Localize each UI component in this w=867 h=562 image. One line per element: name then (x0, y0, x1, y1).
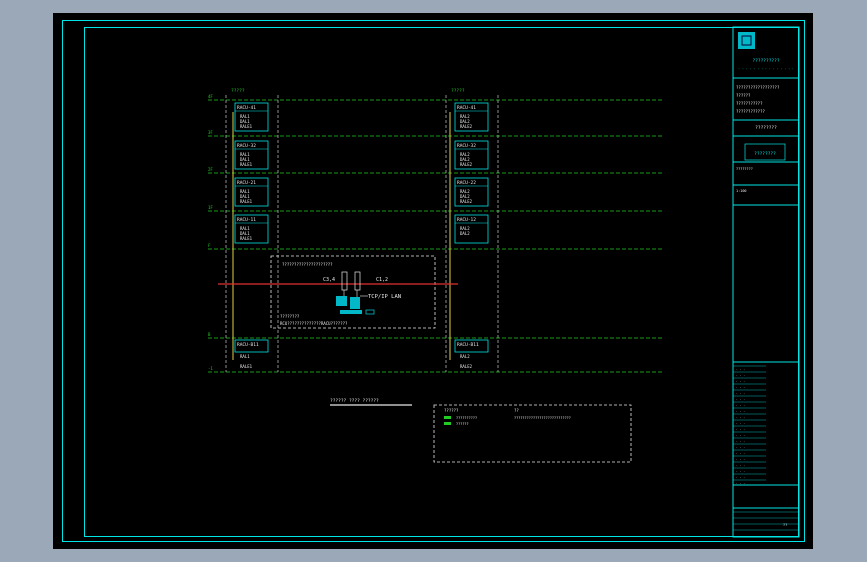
racu-line: RALE1 (240, 124, 253, 129)
svg-text:· · ·: · · · (736, 475, 745, 479)
racu-label: RACU-41 (237, 105, 256, 111)
column-label: ????? (451, 88, 465, 94)
control-footer-1: ???????? (280, 314, 300, 319)
racu-line: RALE1 (240, 162, 253, 167)
legend-notes: ??????????????????????????? (514, 416, 571, 420)
riser-columns: ?????RACU-41RAL1DAL1RALE1RACU-32RAL1DAL1… (225, 88, 499, 372)
svg-text:· · ·: · · · (736, 463, 745, 467)
legend-title: ?????? (444, 408, 459, 413)
svg-text:· · · · · · · · · · · · · · ·: · · · · · · · · · · · · · · · (738, 67, 794, 71)
legend-item-1: ?????????? (456, 416, 477, 420)
control-room-title: ????????????????????? (282, 262, 333, 267)
floor-label: B (208, 332, 211, 337)
racu-line: RALE1 (240, 236, 253, 241)
racu-line: RALE2 (460, 124, 473, 129)
control-footer-2: RCU??????????????RACU??????? (280, 321, 348, 326)
cad-drawing: ?????????? · · · · · · · · · · · · · · ·… (208, 26, 800, 538)
floor-label: -1 (208, 366, 213, 371)
server-icon (350, 297, 360, 309)
svg-text:· · ·: · · · (736, 391, 745, 395)
racu-line: DAL2 (460, 231, 470, 236)
svg-text:· · ·: · · · (736, 451, 745, 455)
title-block-rows: · · · · · · · · · · · · · · · · · · · · · · · ·… (733, 365, 799, 531)
racu-label: RACU-41 (457, 105, 476, 111)
project-line-4: ???????????? (736, 109, 765, 114)
floor-label: 1F (208, 205, 213, 210)
svg-text:· · ·: · · · (736, 481, 745, 485)
svg-text:· · ·: · · · (736, 469, 745, 473)
svg-text:· · ·: · · · (736, 367, 745, 371)
svg-text:· · ·: · · · (736, 415, 745, 419)
svg-text:· · ·: · · · (736, 409, 745, 413)
svg-text:· · ·: · · · (736, 433, 745, 437)
racu-label: RACU-11 (237, 217, 256, 223)
page-number: ?? (783, 523, 787, 527)
racu-line: RALE2 (460, 162, 473, 167)
svg-text:??: ?? (514, 408, 519, 413)
legend: ?????? ?????????? ?????? ?? ????????????… (433, 404, 632, 463)
svg-text:· · ·: · · · (736, 427, 745, 431)
bus-label-right: C1,2 (376, 277, 388, 283)
computer-icon (336, 296, 347, 306)
svg-text:· · ·: · · · (736, 439, 745, 443)
drawing-name-box: ???????? (754, 151, 776, 157)
racu-label: RACU-32 (237, 143, 256, 149)
racu-line: RALE1 (240, 199, 253, 204)
racu-line: RALE2 (460, 199, 473, 204)
svg-text:· · ·: · · · (736, 403, 745, 407)
drawing-name-top: ???????? (755, 125, 777, 131)
racu-basement-line: RALE2 (460, 364, 473, 369)
project-line-2: ?????? (736, 93, 751, 98)
racu-basement-line: RAL1 (240, 354, 250, 359)
svg-text:· · ·: · · · (736, 421, 745, 425)
network-label: TCP/IP LAN (368, 294, 401, 300)
floor-label: F (208, 243, 211, 248)
svg-text:· · ·: · · · (736, 379, 745, 383)
racu-basement-line: RAL2 (460, 354, 470, 359)
project-line-1: ?????????????????? (736, 85, 780, 90)
svg-text:· · ·: · · · (736, 397, 745, 401)
racu-label: RACU-12 (457, 217, 476, 223)
control-room: ????????????????????? C3,4 C1,2 TCP/IP L… (218, 255, 458, 329)
racu-label: RACU-22 (457, 180, 476, 186)
svg-text:· · ·: · · · (736, 445, 745, 449)
bus-label-left: C3,4 (323, 277, 335, 283)
racu-basement-label: RACU-B11 (237, 342, 259, 348)
column-label: ????? (231, 88, 245, 94)
floor-label: 4F (208, 94, 213, 99)
racu-basement-line: RALE1 (240, 364, 253, 369)
floor-lines: 4F 3F 2F 1F F B -1 (208, 94, 662, 373)
company-logo-icon (738, 32, 755, 49)
svg-text:· · ·: · · · (736, 385, 745, 389)
racu-label: RACU-32 (457, 143, 476, 149)
svg-text:· · ·: · · · (736, 457, 745, 461)
legend-item-2: ?????? (456, 422, 469, 426)
racu-basement-label: RACU-B11 (457, 342, 479, 348)
svg-text:· · ·: · · · (736, 373, 745, 377)
company-name: ?????????? (752, 58, 779, 64)
floor-label: 3F (208, 130, 213, 135)
floor-label: 2F (208, 167, 213, 172)
drawing-no: ???????? (736, 167, 753, 171)
project-line-3: ??????????? (736, 101, 763, 106)
diagram-title: ?????? ???? ?????? (330, 398, 379, 404)
racu-label: RACU-21 (237, 180, 256, 186)
scale-value: 1:100 (736, 189, 747, 193)
